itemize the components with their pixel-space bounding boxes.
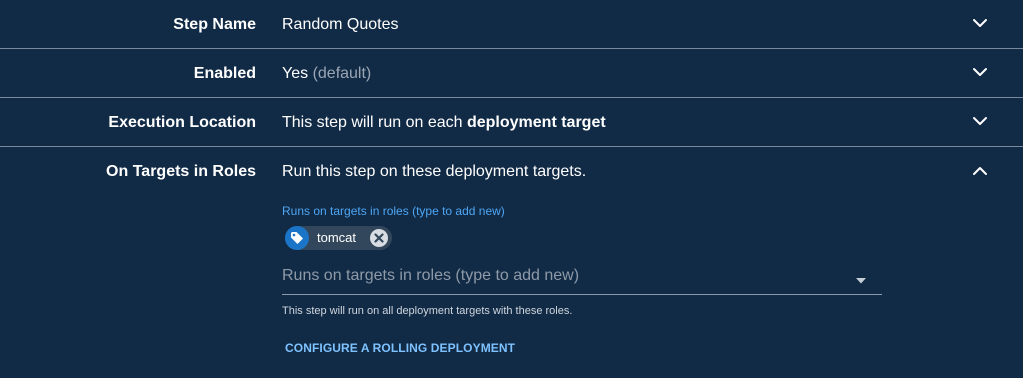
enabled-value: Yes (default) — [282, 65, 371, 83]
on-targets-value: Run this step on these deployment target… — [282, 163, 587, 180]
step-name-value: Random Quotes — [282, 16, 399, 33]
enabled-value-text: Yes — [282, 65, 309, 82]
execution-location-target: deployment target — [466, 114, 606, 131]
caret-down-icon[interactable] — [856, 271, 866, 289]
close-circle-icon[interactable] — [370, 229, 388, 247]
chevron-down-icon[interactable] — [972, 64, 988, 80]
enabled-row[interactable]: Enabled Yes (default) — [0, 49, 1023, 98]
execution-location-value: This step will run on each deployment ta… — [282, 114, 606, 132]
execution-location-text: This step will run on each — [282, 114, 463, 131]
execution-location-label: Execution Location — [108, 114, 256, 131]
roles-input-placeholder: Runs on targets in roles (type to add ne… — [282, 267, 580, 284]
execution-location-row[interactable]: Execution Location This step will run on… — [0, 98, 1023, 147]
roles-field-label: Runs on targets in roles (type to add ne… — [282, 204, 505, 218]
chevron-down-icon[interactable] — [972, 15, 988, 31]
role-chip-label: tomcat — [317, 230, 357, 245]
chevron-down-icon[interactable] — [972, 113, 988, 129]
chevron-up-icon[interactable] — [972, 163, 988, 179]
role-chip[interactable]: tomcat — [285, 226, 392, 250]
enabled-label: Enabled — [193, 65, 256, 82]
step-name-label: Step Name — [173, 16, 256, 33]
on-targets-label: On Targets in Roles — [106, 163, 256, 180]
enabled-default-suffix: (default) — [312, 65, 372, 82]
tag-icon — [285, 226, 309, 250]
roles-help-text: This step will run on all deployment tar… — [282, 305, 573, 317]
configure-rolling-deployment-link[interactable]: CONFIGURE A ROLLING DEPLOYMENT — [285, 341, 515, 355]
roles-input[interactable]: Runs on targets in roles (type to add ne… — [282, 262, 882, 295]
step-name-row[interactable]: Step Name Random Quotes — [0, 0, 1023, 49]
